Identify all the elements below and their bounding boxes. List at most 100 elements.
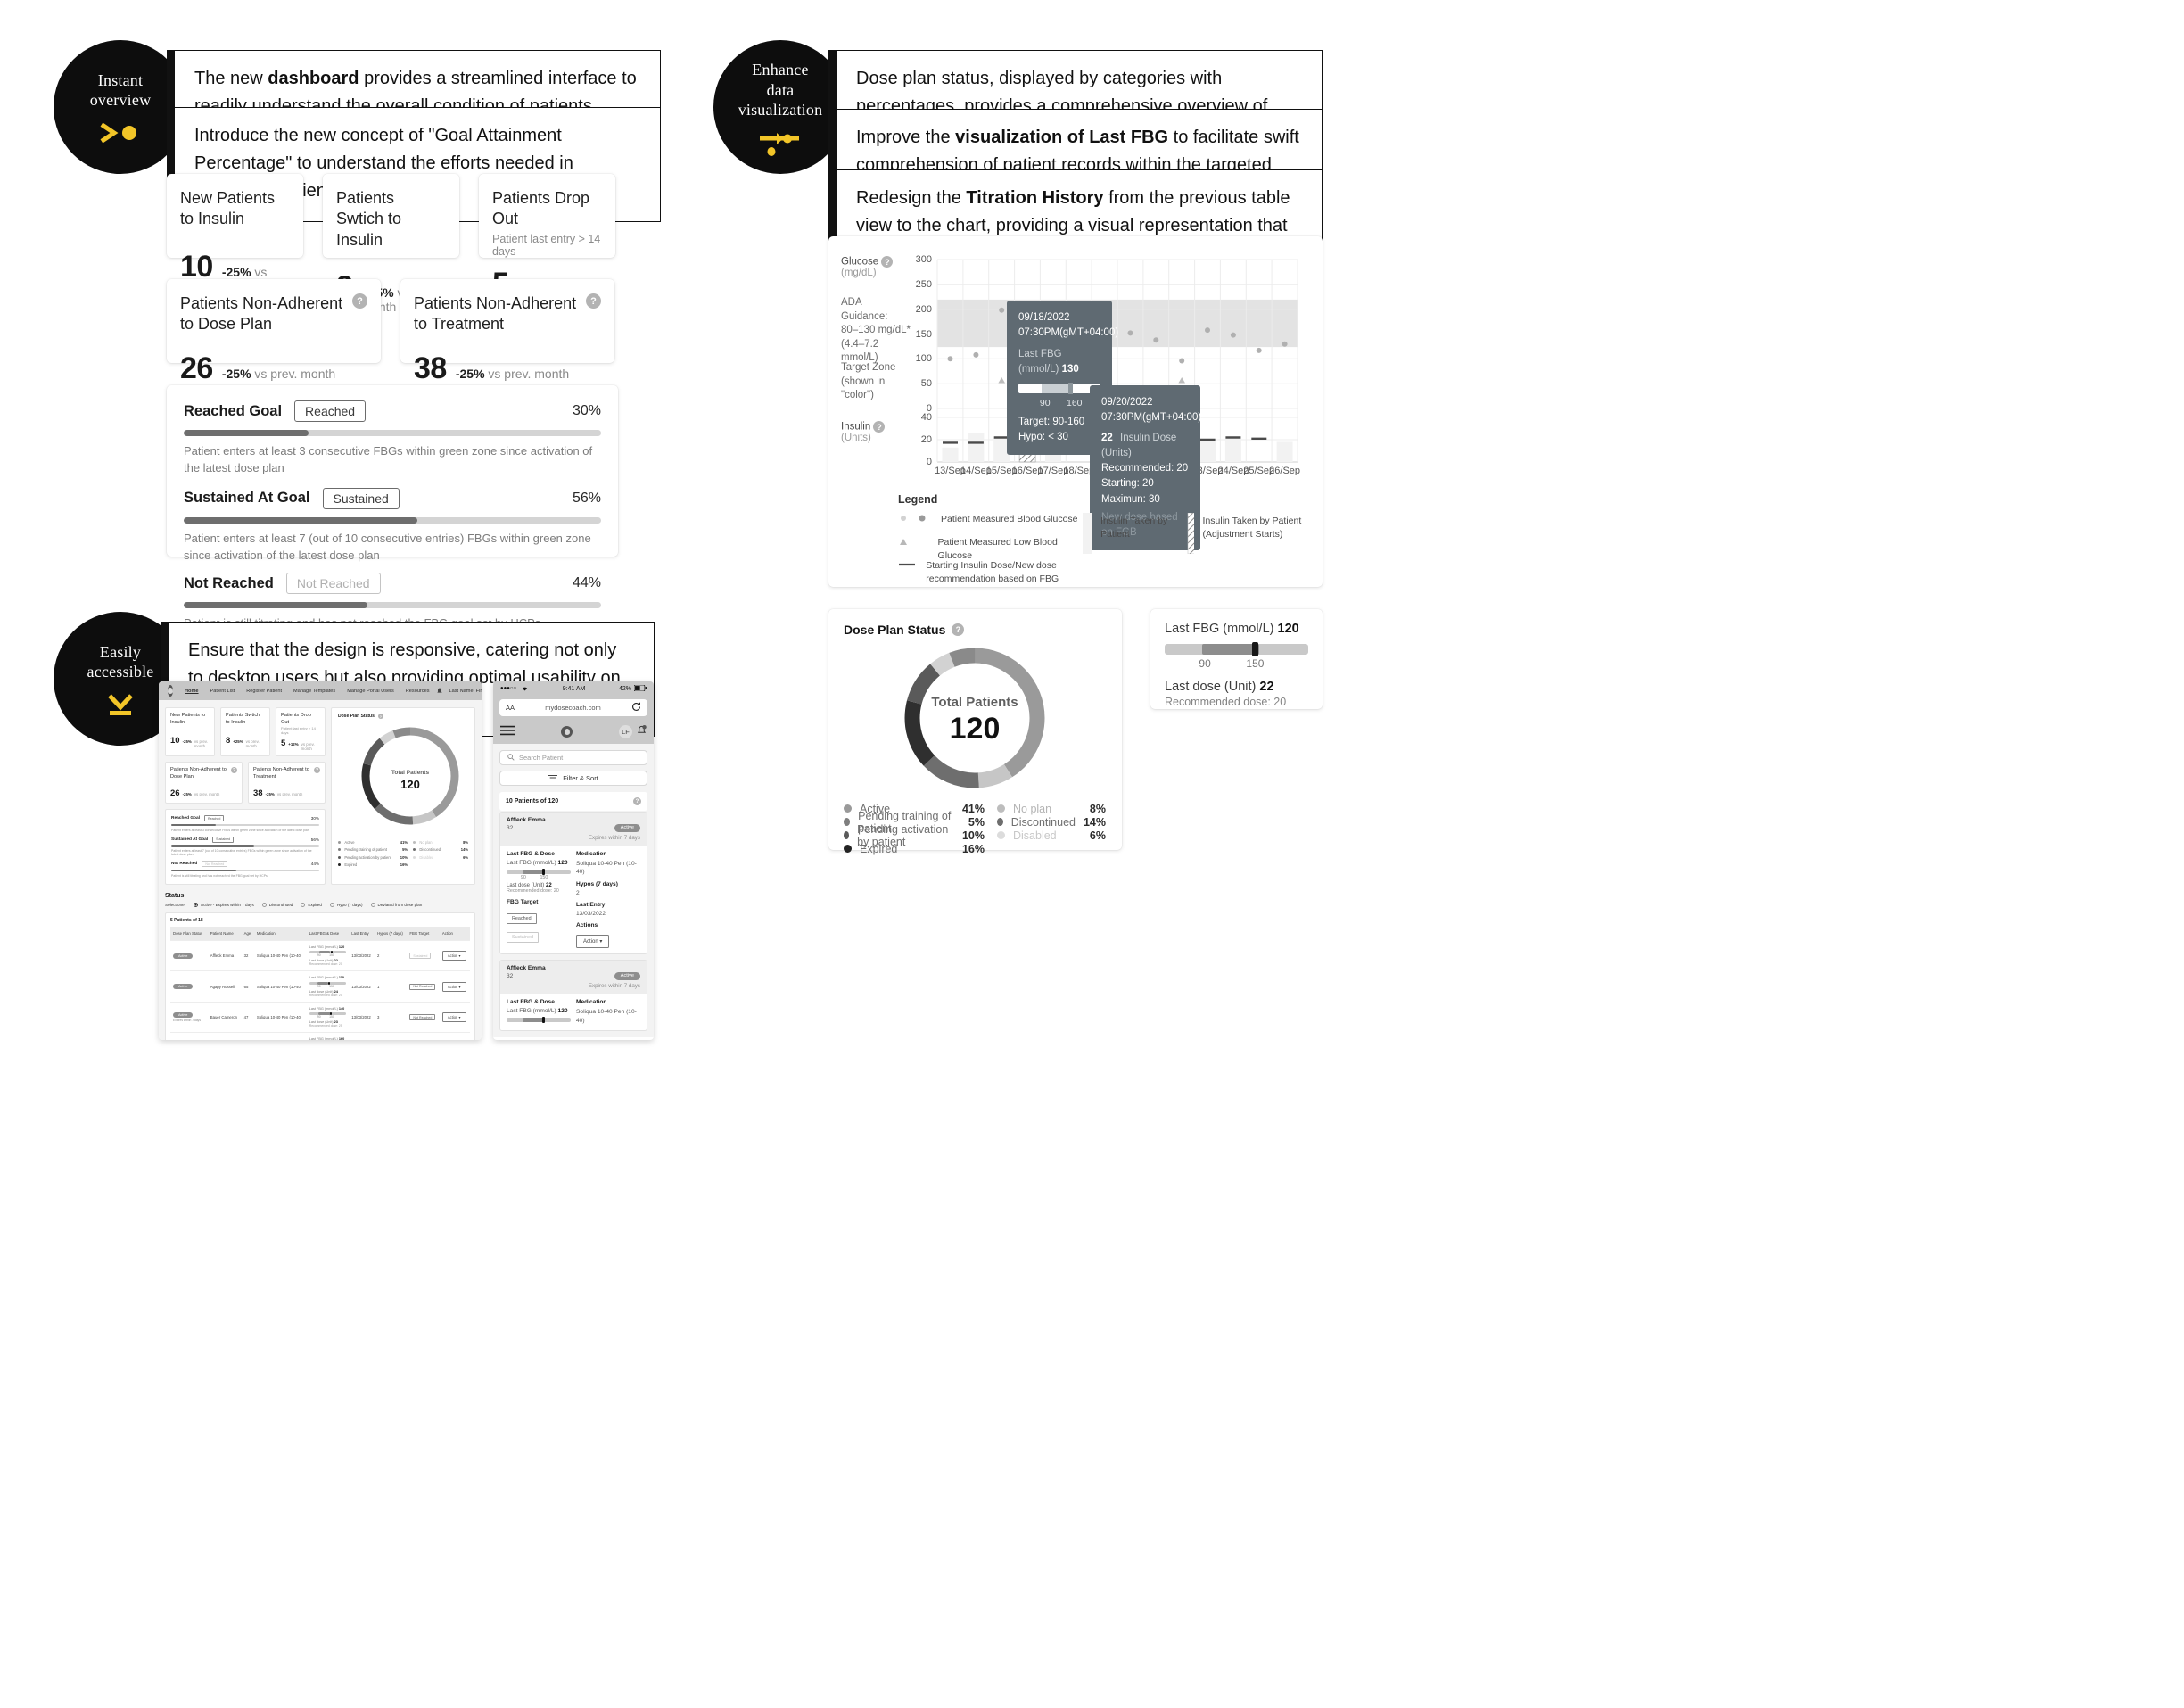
help-icon[interactable]: ? [352,293,367,309]
th-last-entry[interactable]: Last Entry [349,926,375,941]
goal-percent: 44% [572,575,601,591]
search-input[interactable]: Search Patient [499,750,647,765]
row-action-button[interactable]: Action ▾ [441,951,466,961]
last-fbg-slider[interactable] [1165,642,1308,656]
goal-chip[interactable]: Reached [294,400,367,422]
chart-legend: Patient Measured Blood Glucose Patient M… [898,513,1308,586]
fbg-target-head: FBG Target [507,899,539,905]
table-row[interactable]: Active Affleck Emma 32 Soliqua 10-40 Pen… [170,940,470,972]
mock-goal-name: Not Reached [171,862,198,867]
mock-goal-chip[interactable]: Not Reached [202,861,228,868]
phone-url[interactable]: mydosecoach.com [545,704,601,712]
filter-sort-button[interactable]: Filter & Sort [499,771,647,786]
mock-nav-register-patient[interactable]: Register Patient [246,689,282,694]
help-icon[interactable]: ? [377,714,383,719]
mock-nav-username[interactable]: Last Name, First Name [449,689,482,694]
mock-goal-chip[interactable]: Reached [204,815,225,822]
stat-title: Patients Swtich to Insulin [336,189,402,249]
goal-chip[interactable]: Not Reached [285,573,381,595]
search-icon [507,753,515,763]
mock-nav-patient-list[interactable]: Patient List [210,689,235,694]
fbg-head: Last FBG & Dose [507,999,555,1006]
mock-radio-label: Expired [308,902,322,907]
last-fbg-card: Last FBG (mmol/L) 120 90 150 Last dose (… [1150,609,1323,709]
target-zone-label: Target Zone (shown in "color") [841,362,896,401]
mock-nav-home[interactable]: Home [185,689,199,694]
mock-stat-card[interactable]: Patients Swtich to Insulin 8 +25% vs pre… [220,707,270,757]
th-status[interactable]: Dose Plan Status [170,926,208,941]
svg-text:50: 50 [921,378,932,389]
tooltip-date: 09/20/2022 07:30PM(gMT+04:00) [1101,397,1202,424]
mock-goal-bar [171,823,319,827]
mock-radio-active[interactable]: Active - Expires within 7 days [194,902,254,907]
mock-stat-card[interactable]: New Patients to Insulin 10 -25% vs prev.… [165,707,215,757]
action-button[interactable]: Action ▾ [576,935,610,949]
mock-stat-title: Patients Non-Adherent to Treatment [253,767,309,780]
mock-goal-chip[interactable]: Sustained [212,836,235,843]
legend-pct: 10% [961,829,985,842]
table-row[interactable]: Active Expires within 7 days Bauer Camer… [170,1002,470,1034]
chip-sustained[interactable]: Sustained [507,932,539,943]
help-icon[interactable]: ? [952,623,965,636]
notification-bell-icon[interactable] [637,724,647,740]
table-row[interactable]: Discontinued Baird Jordan 74 Soliqua 10-… [170,1032,470,1040]
help-icon[interactable]: ? [231,767,237,774]
goal-progress-bar [184,602,601,609]
mock-radio-label: Hypo (7 days) [336,902,363,907]
chevron-dot-icon [100,121,141,144]
legend-row: Pending activation by patient 10% [338,854,408,862]
stat-card-drop-out[interactable]: Patients Drop Out Patient last entry > 1… [479,174,615,310]
mock-radio-expired[interactable]: Expired [301,902,322,907]
help-icon[interactable]: ? [633,797,641,805]
stat-card-switch-patients[interactable]: Patients Swtich to Insulin 8 +25% vs pre… [323,174,459,314]
chip-reached[interactable]: Reached [507,913,537,924]
help-icon[interactable]: ? [586,293,601,309]
mock-nav-manage-templates[interactable]: Manage Templates [293,689,335,694]
mock-radio-deviated[interactable]: Deviated from dose plan [370,902,422,907]
mock-stat-delta: +12% [288,742,299,747]
help-icon[interactable]: ? [314,767,320,774]
notification-bell-icon[interactable] [436,688,443,695]
stat-card-nonadherent-treatment[interactable]: Patients Non-Adherent to Treatment ? 38 … [400,279,614,385]
goal-description: Patient enters at least 7 (out of 10 con… [184,531,591,562]
help-icon[interactable]: ? [881,256,894,268]
th-age[interactable]: Age [241,926,254,941]
hamburger-menu-icon[interactable] [500,724,515,740]
mock-stat-card[interactable]: Patients Drop Out Patient last entry > 1… [276,707,326,757]
mock-stat-value: 10 [170,736,180,747]
mock-stat-card[interactable]: Patients Non-Adherent to Treatment? 38 -… [248,762,326,804]
th-hypos[interactable]: Hypos (7 days) [374,926,408,941]
goal-row-sustained: Sustained At Goal Sustained 56% Patient … [184,487,601,565]
avatar[interactable]: LF [619,725,632,738]
mock-radio-discontinued[interactable]: Discontinued [261,902,293,907]
legend-label: Disabled [419,854,434,860]
badge-label: Instant overview [89,70,152,110]
last-entry-head: Last Entry [576,902,606,909]
th-last-fbg[interactable]: Last FBG & Dose [306,926,350,941]
mock-radio-hypo[interactable]: Hypo (7 days) [329,902,363,907]
stat-card-new-patients[interactable]: New Patients to Insulin 10 -25% vs prev.… [167,174,303,293]
mock-nav-manage-portal-users[interactable]: Manage Portal Users [347,689,394,694]
th-medication[interactable]: Medication [253,926,307,941]
table-header-row: Dose Plan Status Patient Name Age Medica… [170,926,470,941]
patient-card[interactable]: Affleck Emma 32 Active Expires within 7 … [499,812,647,955]
th-fbg-target[interactable]: FBG Target [407,926,440,941]
th-name[interactable]: Patient Name [207,926,242,941]
help-icon[interactable]: ? [873,421,886,433]
text-size-button[interactable]: AA [506,704,515,712]
patient-card[interactable]: Affleck Emma 32 Active Expires within 7 … [499,960,647,1031]
stat-card-nonadherent-dose-plan[interactable]: Patients Non-Adherent to Dose Plan ? 26 … [167,279,381,385]
tooltip-metric-value: 130 [1061,363,1079,375]
row-action-button[interactable]: Action ▾ [441,981,466,992]
goal-attainment-card: Reached Goal Reached 30% Patient enters … [167,385,618,630]
fbg-head: Last FBG & Dose [507,851,555,857]
bar-icon [1082,513,1092,554]
mock-nav-resources[interactable]: Resources [406,689,430,694]
mock-stat-card[interactable]: Patients Non-Adherent to Dose Plan? 26 -… [165,762,243,804]
goal-chip[interactable]: Sustained [322,487,400,509]
reload-icon[interactable] [631,702,641,714]
row-action-button[interactable]: Action ▾ [441,1012,466,1023]
table-row[interactable]: Active Agapy Russell 65 Soliqua 10-40 Pe… [170,970,470,1003]
legend-label: Insulin Taken by Patient (Adjustment Sta… [1202,516,1302,540]
svg-text:40: 40 [921,412,932,423]
